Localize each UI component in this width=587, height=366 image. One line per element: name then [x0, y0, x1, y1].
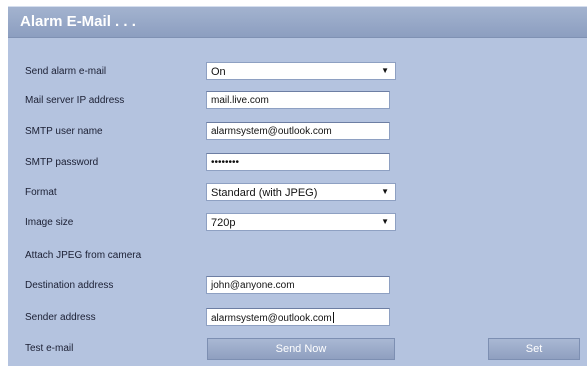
text-cursor [332, 312, 334, 323]
panel-title: Alarm E-Mail . . . [20, 13, 136, 30]
smtp-user-input[interactable]: alarmsystem@outlook.com [206, 122, 390, 140]
panel-title-bar: Alarm E-Mail . . . [8, 7, 587, 38]
chevron-down-icon: ▼ [381, 66, 389, 75]
attach-jpeg-label: Attach JPEG from camera [25, 250, 142, 261]
alarm-email-panel: Alarm E-Mail . . . Send alarm e-mail On … [8, 6, 587, 366]
send-alarm-value: On [211, 66, 226, 78]
mail-server-input[interactable]: mail.live.com [206, 91, 390, 109]
sender-label: Sender address [25, 312, 96, 323]
chevron-down-icon: ▼ [381, 217, 389, 226]
send-alarm-label: Send alarm e-mail [25, 66, 107, 77]
test-email-label: Test e-mail [25, 343, 74, 354]
format-select[interactable]: Standard (with JPEG) ▼ [206, 183, 396, 201]
format-label: Format [25, 187, 57, 198]
send-alarm-select[interactable]: On ▼ [206, 62, 396, 80]
chevron-down-icon: ▼ [381, 187, 389, 196]
sender-input[interactable]: alarmsystem@outlook.com [206, 308, 390, 326]
image-size-value: 720p [211, 217, 236, 229]
smtp-password-input[interactable]: •••••••• [206, 153, 390, 171]
destination-label: Destination address [25, 280, 114, 291]
mail-server-label: Mail server IP address [25, 95, 125, 106]
set-button[interactable]: Set [488, 338, 580, 360]
sender-value: alarmsystem@outlook.com [211, 313, 332, 324]
destination-input[interactable]: john@anyone.com [206, 276, 390, 294]
image-size-select[interactable]: 720p ▼ [206, 213, 396, 231]
smtp-password-label: SMTP password [25, 157, 99, 168]
send-now-button[interactable]: Send Now [207, 338, 395, 360]
smtp-user-label: SMTP user name [25, 126, 103, 137]
image-size-label: Image size [25, 217, 74, 228]
format-value: Standard (with JPEG) [211, 187, 318, 199]
